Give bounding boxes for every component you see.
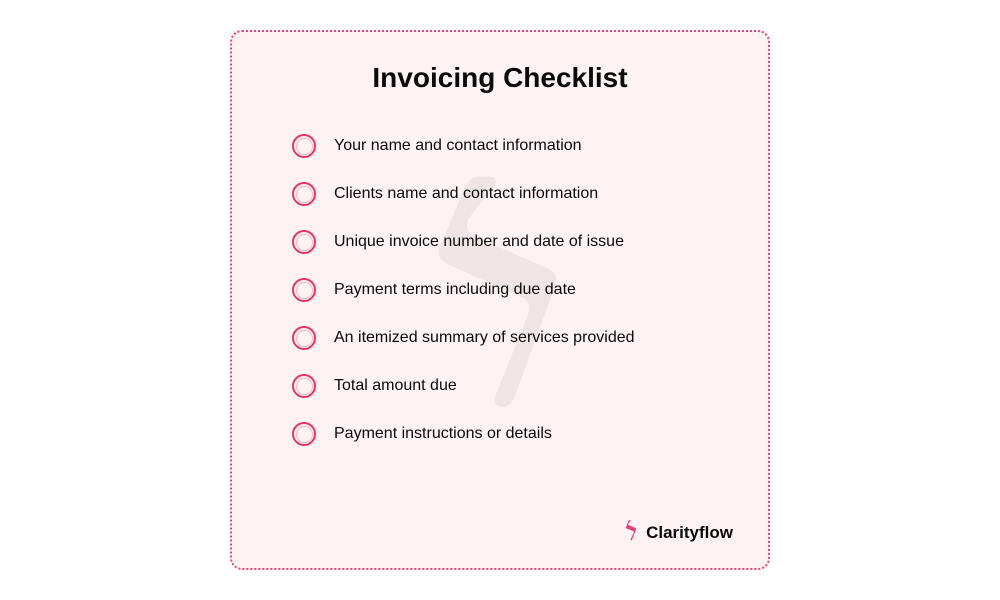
radio-icon: [292, 182, 316, 206]
radio-icon: [292, 134, 316, 158]
radio-icon: [292, 326, 316, 350]
radio-icon: [292, 278, 316, 302]
item-text: Your name and contact information: [334, 137, 582, 155]
brand-name: Clarityflow: [646, 523, 733, 543]
radio-icon: [292, 230, 316, 254]
checklist-item: Clients name and contact information: [292, 182, 728, 206]
checklist-item: Unique invoice number and date of issue: [292, 230, 728, 254]
checklist-item: Payment terms including due date: [292, 278, 728, 302]
radio-icon: [292, 374, 316, 398]
item-text: An itemized summary of services provided: [334, 329, 635, 347]
checklist-item: An itemized summary of services provided: [292, 326, 728, 350]
checklist-item: Your name and contact information: [292, 134, 728, 158]
item-text: Clients name and contact information: [334, 185, 598, 203]
checklist-title: Invoicing Checklist: [272, 62, 728, 94]
checklist: Your name and contact information Client…: [272, 134, 728, 446]
item-text: Payment terms including due date: [334, 281, 576, 299]
brand: Clarityflow: [622, 519, 733, 546]
item-text: Payment instructions or details: [334, 425, 552, 443]
checklist-item: Total amount due: [292, 374, 728, 398]
brand-logo-icon: [622, 519, 640, 546]
item-text: Total amount due: [334, 377, 457, 395]
checklist-card: Invoicing Checklist Your name and contac…: [230, 30, 770, 570]
radio-icon: [292, 422, 316, 446]
item-text: Unique invoice number and date of issue: [334, 233, 624, 251]
checklist-item: Payment instructions or details: [292, 422, 728, 446]
